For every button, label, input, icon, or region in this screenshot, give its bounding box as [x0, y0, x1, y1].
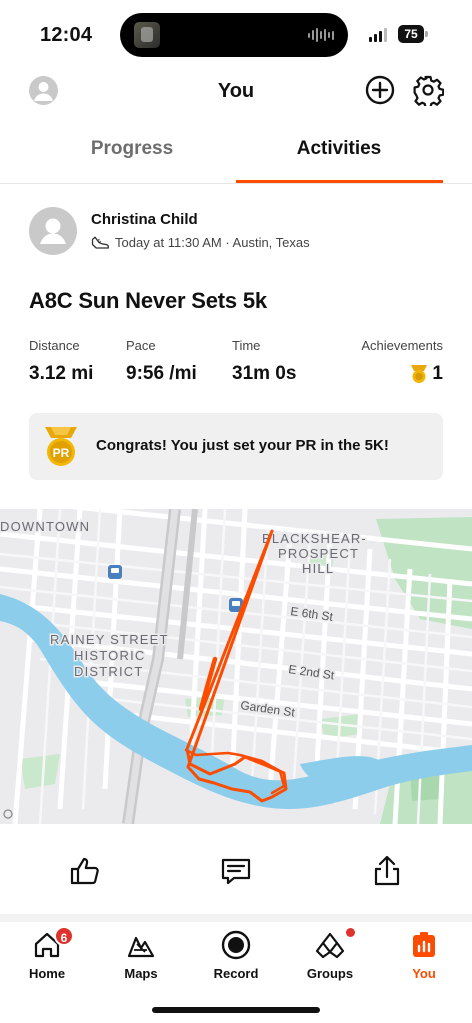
thumbs-up-icon	[70, 857, 99, 885]
stat-label: Distance	[29, 338, 80, 353]
pr-medal-icon: PR	[45, 427, 77, 466]
settings-button[interactable]	[412, 74, 445, 109]
stat-distance: Distance 3.12 mi	[29, 338, 93, 385]
stat-value: 31m 0s	[232, 363, 297, 384]
tab-activities[interactable]: Activities	[236, 138, 442, 160]
gear-icon	[413, 75, 445, 109]
stat-achievements[interactable]: Achievements 1	[361, 338, 443, 385]
athlete-avatar[interactable]	[29, 207, 77, 255]
nav-label: Maps	[124, 966, 158, 981]
nav-record[interactable]: Record	[189, 930, 283, 981]
nav-label: You	[412, 966, 436, 981]
section-divider	[0, 914, 472, 922]
status-time: 12:04	[40, 24, 93, 46]
pr-badge-text: PR	[53, 446, 70, 460]
tab-progress[interactable]: Progress	[29, 138, 235, 160]
nav-label: Groups	[306, 966, 354, 981]
share-button[interactable]	[370, 854, 404, 888]
stat-time: Time 31m 0s	[232, 338, 296, 385]
notification-dot	[346, 928, 355, 937]
cellular-signal-icon	[369, 28, 387, 42]
map-label-blackshear: HILL	[302, 561, 334, 576]
activity-actions	[0, 824, 472, 916]
achievement-count: 1	[432, 363, 443, 384]
map-label-downtown: DOWNTOWN	[0, 519, 90, 534]
nav-maps[interactable]: Maps	[94, 930, 188, 981]
you-icon	[413, 932, 435, 957]
map-label-rainey: DISTRICT	[74, 664, 144, 679]
nav-label: Record	[213, 966, 259, 981]
home-indicator[interactable]	[152, 1007, 320, 1013]
map-label-rainey: RAINEY STREET	[50, 632, 169, 647]
stat-value: 9:56 /mi	[126, 363, 197, 384]
status-bar: 12:04 75	[0, 0, 472, 60]
nav-label: Home	[28, 966, 66, 981]
battery-level: 75	[398, 25, 424, 43]
add-button[interactable]	[364, 74, 396, 106]
medal-icon	[411, 365, 428, 383]
comment-icon	[221, 858, 251, 885]
map-label-blackshear: BLACKSHEAR-	[262, 531, 367, 546]
map-canvas: DOWNTOWN BLACKSHEAR- PROSPECT HILL RAINE…	[0, 509, 472, 824]
route-map[interactable]: DOWNTOWN BLACKSHEAR- PROSPECT HILL RAINE…	[0, 509, 472, 824]
groups-icon	[315, 932, 345, 959]
nav-home[interactable]: 6 Home	[0, 926, 94, 981]
transit-icon	[108, 565, 122, 579]
app-header: You	[0, 68, 472, 116]
nav-groups[interactable]: Groups	[283, 928, 377, 981]
dynamic-island[interactable]	[120, 13, 348, 57]
stat-label: Time	[232, 338, 261, 353]
stat-label: Pace	[126, 338, 156, 353]
stat-value: 1	[361, 363, 443, 385]
maps-icon	[127, 936, 155, 958]
notification-badge: 6	[54, 926, 74, 946]
map-label-rainey: HISTORIC	[74, 648, 145, 663]
page-title: You	[217, 80, 255, 102]
athlete-name[interactable]: Christina Child	[91, 211, 198, 228]
battery-icon: 75	[398, 25, 428, 43]
stat-label: Achievements	[361, 338, 443, 353]
map-label-blackshear: PROSPECT	[278, 546, 359, 561]
pr-banner[interactable]: PR Congrats! You just set your PR in the…	[29, 413, 443, 480]
tab-bar: Progress Activities	[0, 120, 472, 184]
record-icon	[221, 930, 251, 960]
stat-value: 3.12 mi	[29, 363, 94, 384]
comment-button[interactable]	[219, 854, 253, 888]
activity-title[interactable]: A8C Sun Never Sets 5k	[29, 288, 267, 314]
now-playing-artwork-icon	[134, 22, 160, 48]
activity-meta: Today at 11:30 AM · Austin, Texas	[91, 235, 310, 250]
pr-message: Congrats! You just set your PR in the 5K…	[96, 437, 389, 454]
activity-meta-text: Today at 11:30 AM · Austin, Texas	[115, 235, 310, 250]
plus-circle-icon	[365, 75, 395, 105]
audio-waveform-icon	[308, 27, 334, 43]
nav-you[interactable]: You	[377, 930, 471, 981]
share-icon	[374, 855, 400, 886]
active-tab-indicator	[236, 180, 443, 183]
shoe-icon	[91, 236, 109, 249]
stat-pace: Pace 9:56 /mi	[126, 338, 197, 385]
kudos-button[interactable]	[68, 854, 102, 888]
